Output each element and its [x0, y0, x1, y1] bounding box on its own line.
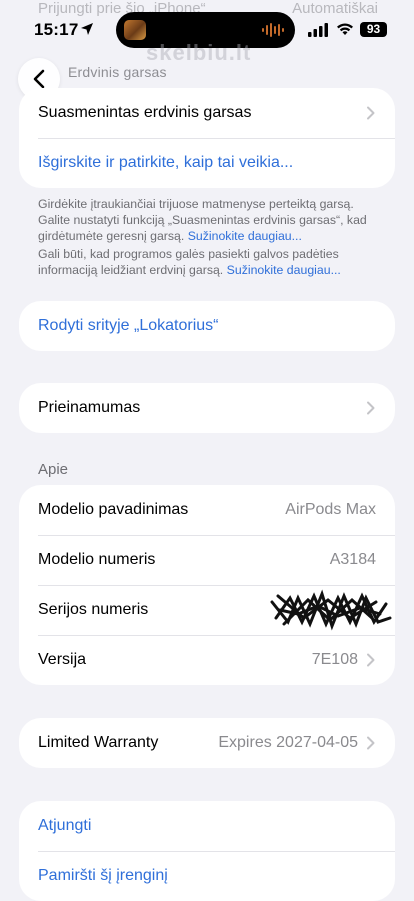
wifi-icon [337, 23, 353, 35]
chevron-right-icon [367, 736, 375, 750]
chevron-right-icon [367, 401, 375, 415]
disconnect-button[interactable]: Atjungti [38, 817, 376, 835]
row-label: Versija [38, 651, 87, 668]
warranty-card: Limited Warranty Expires 2027-04-05 [19, 718, 395, 768]
forget-device-button[interactable]: Pamiršti šį įrenginį [38, 867, 376, 885]
warranty-value: Expires 2027-04-05 [218, 734, 358, 751]
about-section-header: Apie [38, 461, 69, 478]
now-playing-artwork-icon [124, 20, 146, 40]
warranty-label: Limited Warranty [38, 734, 159, 751]
audio-waveform-icon [262, 23, 284, 37]
find-my-card: Rodyti srityje „Lokatorius“ [19, 301, 395, 351]
device-actions-card: Atjungti Pamiršti šį įrenginį [19, 801, 395, 901]
hear-how-it-works-row[interactable]: Išgirskite ir patirkite, kaip tai veikia… [19, 138, 395, 188]
accessibility-card: Prieinamumas [19, 383, 395, 433]
row-label: Modelio pavadinimas [38, 501, 189, 518]
head-tracking-footnote: Gali būti, kad programos galės pasiekti … [38, 246, 378, 278]
chevron-right-icon [367, 653, 375, 667]
spatial-audio-footnote: Girdėkite įtraukiančiai trijuose matmeny… [38, 196, 378, 244]
cellular-signal-icon [308, 23, 328, 37]
personalized-spatial-audio-label: Suasmenintas erdvinis garsas [38, 104, 252, 121]
spatial-audio-card: Suasmenintas erdvinis garsas Išgirskite … [19, 88, 395, 188]
chevron-left-icon [33, 69, 45, 89]
accessibility-row[interactable]: Prieinamumas [19, 383, 395, 433]
battery-indicator: 93 [360, 22, 387, 37]
row-value: AirPods Max [285, 501, 376, 518]
forget-device-row[interactable]: Pamiršti šį įrenginį [19, 851, 395, 901]
row-value: A3184 [329, 551, 376, 568]
chevron-right-icon [367, 106, 375, 120]
disconnect-row[interactable]: Atjungti [19, 801, 395, 851]
learn-more-link[interactable]: Sužinokite daugiau... [227, 263, 341, 277]
hear-how-it-works-link[interactable]: Išgirskite ir patirkite, kaip tai veikia… [38, 154, 376, 172]
accessibility-label: Prieinamumas [38, 399, 141, 416]
show-in-find-my-row[interactable]: Rodyti srityje „Lokatorius“ [19, 301, 395, 351]
ghost-value: Automatiškai [292, 0, 378, 17]
model-name-row: Modelio pavadinimas AirPods Max [19, 485, 395, 535]
status-time: 15:17 [34, 20, 79, 39]
location-arrow-icon [81, 23, 93, 35]
row-value: 7E108 [311, 651, 358, 668]
version-row[interactable]: Versija 7E108 [19, 635, 395, 685]
row-label: Modelio numeris [38, 551, 156, 568]
show-in-find-my-link[interactable]: Rodyti srityje „Lokatorius“ [38, 317, 376, 335]
learn-more-link[interactable]: Sužinokite daugiau... [188, 229, 302, 243]
redaction-scribble-icon [270, 589, 392, 631]
limited-warranty-row[interactable]: Limited Warranty Expires 2027-04-05 [19, 718, 395, 768]
about-card: Modelio pavadinimas AirPods Max Modelio … [19, 485, 395, 685]
watermark: skelbiu.lt [146, 40, 252, 65]
personalized-spatial-audio-row[interactable]: Suasmenintas erdvinis garsas [19, 88, 395, 138]
section-title-spatial-audio: Erdvinis garsas [68, 64, 167, 80]
model-number-row: Modelio numeris A3184 [19, 535, 395, 585]
